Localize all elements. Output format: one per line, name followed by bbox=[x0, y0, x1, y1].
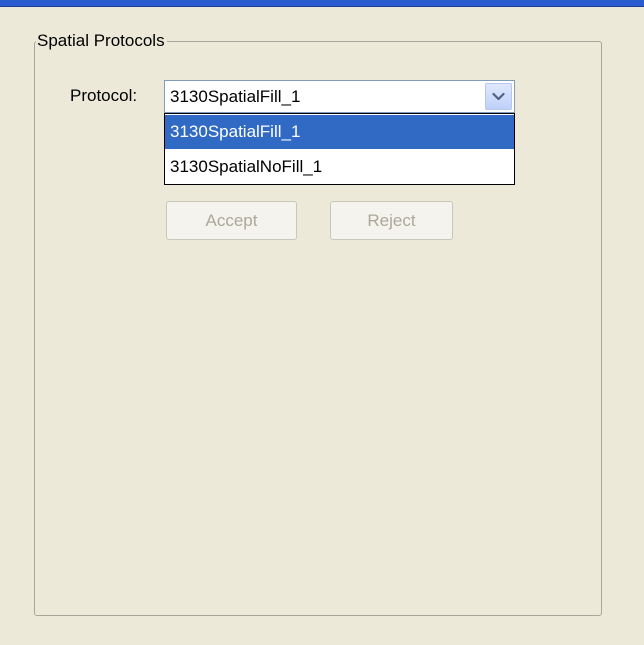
reject-button[interactable]: Reject bbox=[330, 201, 453, 240]
combo-dropdown-button[interactable] bbox=[485, 83, 512, 110]
protocol-option-spatial-fill[interactable]: 3130SpatialFill_1 bbox=[165, 115, 514, 149]
window-title-bar bbox=[0, 0, 644, 7]
group-title: Spatial Protocols bbox=[36, 31, 167, 51]
chevron-down-icon bbox=[492, 92, 505, 101]
protocol-label: Protocol: bbox=[70, 86, 138, 105]
protocol-option-spatial-nofill[interactable]: 3130SpatialNoFill_1 bbox=[165, 150, 514, 184]
protocol-combobox[interactable]: 3130SpatialFill_1 bbox=[164, 80, 515, 113]
protocol-selected-value: 3130SpatialFill_1 bbox=[170, 87, 301, 106]
protocol-dropdown-list: 3130SpatialFill_1 3130SpatialNoFill_1 bbox=[164, 113, 515, 185]
accept-button[interactable]: Accept bbox=[166, 201, 297, 240]
